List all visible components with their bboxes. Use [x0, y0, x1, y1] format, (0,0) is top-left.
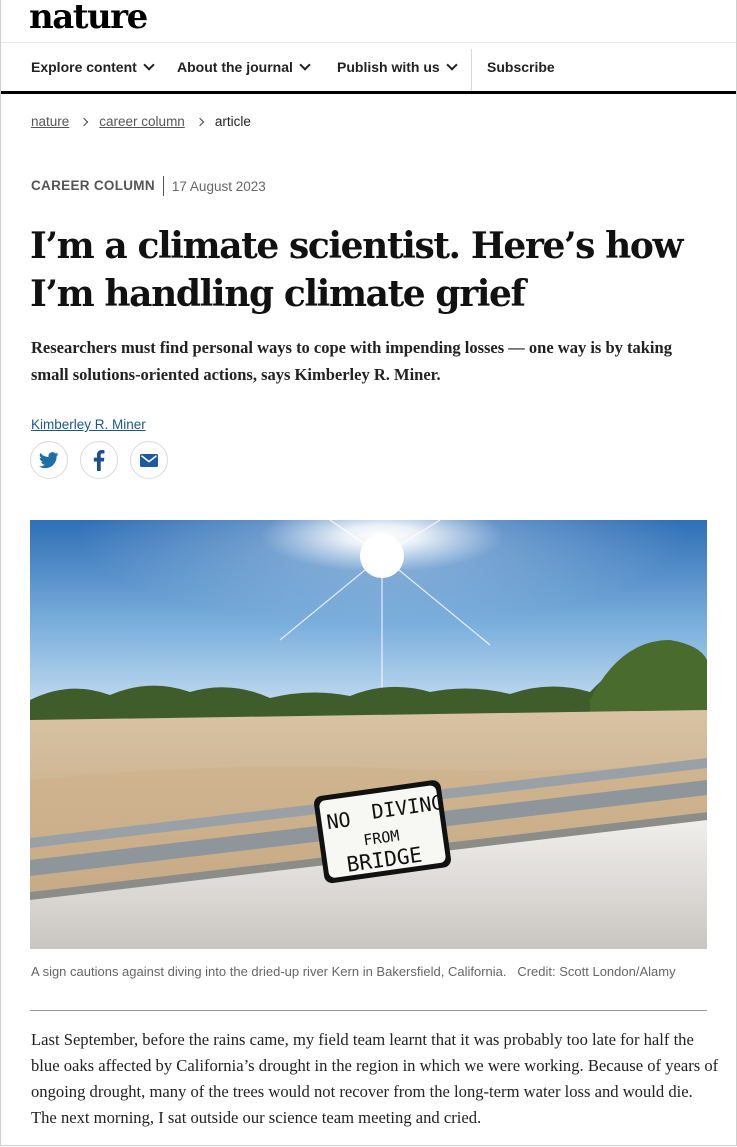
- nav-item-label: About the journal: [177, 59, 293, 75]
- nav-explore-content[interactable]: Explore content: [31, 59, 155, 75]
- chevron-right-icon: [195, 117, 205, 126]
- article-figure: NO DIVING FROM BRIDGE: [30, 520, 707, 949]
- article-date: 17 August 2023: [171, 178, 266, 194]
- nav-item-label: Publish with us: [337, 59, 440, 75]
- chevron-down-icon: [446, 59, 458, 71]
- share-twitter-button[interactable]: [30, 441, 68, 479]
- chevron-down-icon: [143, 59, 155, 71]
- sign-text-no: NO: [325, 807, 352, 834]
- page-frame: nature Explore content About the journal…: [0, 0, 737, 1146]
- breadcrumb-current: article: [214, 114, 251, 129]
- dry-riverbed-photo: NO DIVING FROM BRIDGE: [30, 520, 707, 949]
- main-nav: Explore content About the journal Publis…: [1, 43, 736, 94]
- facebook-icon: [93, 449, 105, 471]
- article-paragraph: Last September, before the rains came, m…: [31, 1030, 719, 1127]
- article-meta: CAREER COLUMN 17 August 2023: [31, 176, 266, 196]
- breadcrumb-link-nature[interactable]: nature: [31, 114, 69, 129]
- article-title: I’m a climate scientist. Here’s how I’m …: [30, 225, 684, 315]
- figure-caption: A sign cautions against diving into the …: [31, 960, 681, 984]
- breadcrumb-link-career-column[interactable]: career column: [99, 114, 185, 129]
- nav-about-the-journal[interactable]: About the journal: [177, 59, 311, 75]
- nav-divider: [471, 49, 472, 91]
- author-link[interactable]: Kimberley R. Miner: [31, 417, 146, 432]
- article-standfirst: Researchers must find personal ways to c…: [31, 338, 672, 384]
- nav-item-label: Explore content: [31, 59, 137, 75]
- email-icon: [140, 453, 158, 467]
- share-facebook-button[interactable]: [80, 441, 118, 479]
- nav-publish-with-us[interactable]: Publish with us: [337, 59, 458, 75]
- caption-text: A sign cautions against diving into the …: [31, 964, 507, 979]
- masthead: nature: [1, 0, 736, 43]
- chevron-down-icon: [299, 59, 311, 71]
- article-type: CAREER COLUMN: [31, 176, 164, 196]
- caption-divider: [30, 1010, 707, 1011]
- twitter-icon: [39, 451, 59, 468]
- subscribe-link[interactable]: Subscribe: [487, 59, 555, 75]
- chevron-right-icon: [80, 117, 89, 126]
- breadcrumb: nature career column article: [31, 114, 251, 129]
- caption-credit: Credit: Scott London/Alamy: [517, 964, 676, 979]
- share-email-button[interactable]: [130, 441, 168, 479]
- nature-logo[interactable]: nature: [29, 0, 148, 37]
